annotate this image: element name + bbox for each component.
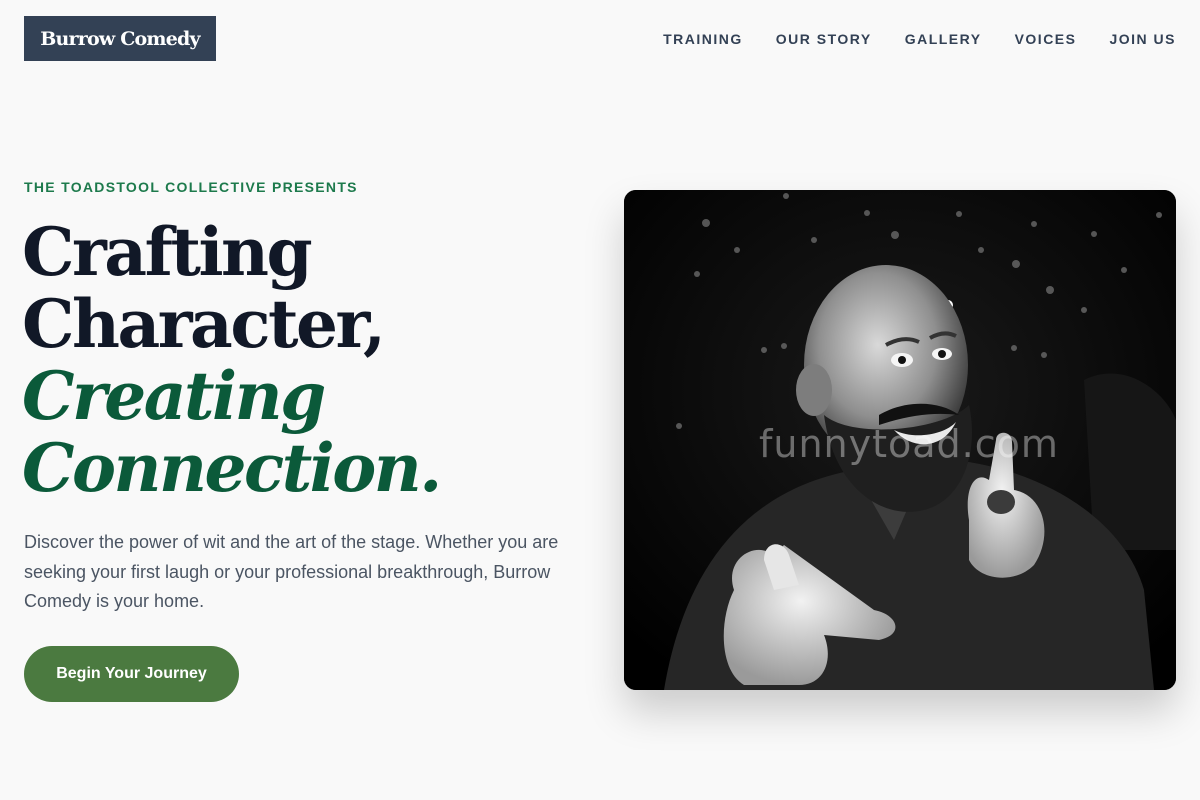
headline-line-2: Character, xyxy=(22,285,386,363)
hero-headline: Crafting Character, Creating Connection. xyxy=(22,213,442,507)
hero-lead: Discover the power of wit and the art of… xyxy=(24,532,559,611)
nav-item-join-us[interactable]: JOIN US xyxy=(1109,30,1176,48)
nav-item-voices[interactable]: VOICES xyxy=(1015,30,1077,48)
headline-line-1: Crafting xyxy=(22,213,313,291)
headline-line-4: Connection. xyxy=(22,429,442,507)
hero-photo: funnytoad.com xyxy=(624,190,1176,690)
main-nav: TRAINING OUR STORY GALLERY VOICES JOIN U… xyxy=(663,30,1176,48)
brand-logo[interactable]: Burrow Comedy xyxy=(24,16,216,61)
nav-item-our-story[interactable]: OUR STORY xyxy=(776,30,872,48)
headline-line-3: Creating xyxy=(22,357,326,435)
hero-eyebrow: THE TOADSTOOL COLLECTIVE PRESENTS xyxy=(24,179,358,195)
nav-item-training[interactable]: TRAINING xyxy=(663,30,743,48)
begin-journey-button[interactable]: Begin Your Journey xyxy=(24,646,239,702)
nav-item-gallery[interactable]: GALLERY xyxy=(905,30,982,48)
image-watermark: funnytoad.com xyxy=(759,422,1059,466)
